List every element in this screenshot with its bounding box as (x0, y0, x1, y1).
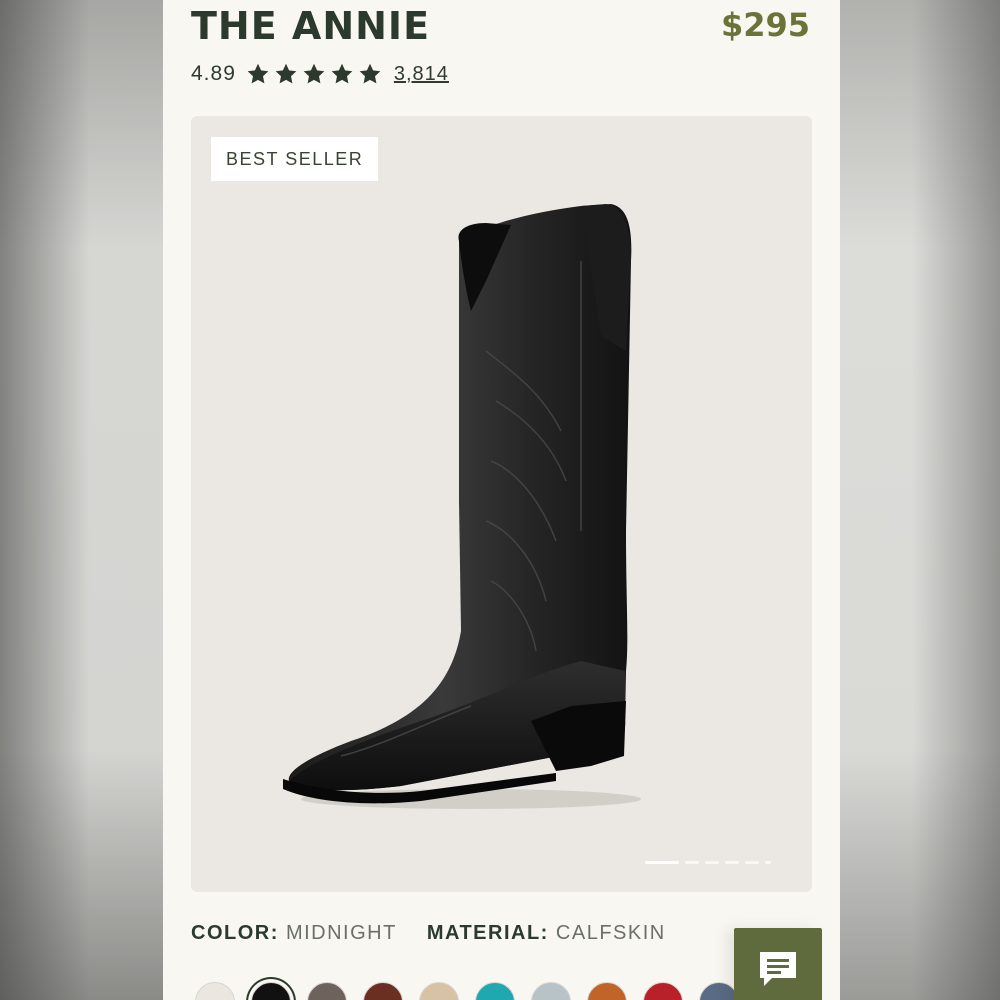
color-swatch[interactable] (531, 982, 571, 1000)
pagination-dot[interactable] (685, 861, 699, 864)
color-swatch[interactable] (419, 982, 459, 1000)
star-icon (274, 62, 298, 86)
color-swatch[interactable] (363, 982, 403, 1000)
pagination-dot[interactable] (645, 861, 679, 864)
color-spec: COLOR: MIDNIGHT (191, 922, 397, 945)
chat-button[interactable] (734, 928, 822, 1000)
color-swatch[interactable] (195, 982, 235, 1000)
rating-stars (246, 62, 382, 86)
pagination-dot[interactable] (705, 861, 719, 864)
material-label: MATERIAL: (426, 922, 549, 944)
color-swatch[interactable] (251, 982, 291, 1000)
pagination-dot[interactable] (725, 861, 739, 864)
background-left (0, 0, 163, 1000)
rating-row: 4.89 3,814 (191, 60, 449, 88)
product-price: $295 (720, 6, 810, 44)
color-swatch[interactable] (699, 982, 739, 1000)
product-page: THE ANNIE $295 4.89 3,814 BEST SELLER CO… (163, 0, 840, 1000)
product-title: THE ANNIE (191, 4, 431, 48)
best-seller-badge: BEST SELLER (211, 137, 379, 181)
material-value: CALFSKIN (555, 922, 666, 944)
boot-image (283, 204, 641, 809)
background-right (840, 0, 1000, 1000)
color-label: COLOR: (191, 922, 279, 944)
rating-value: 4.89 (191, 62, 236, 85)
review-count-link[interactable]: 3,814 (394, 63, 449, 86)
color-swatch[interactable] (307, 982, 347, 1000)
chat-icon (760, 952, 796, 986)
color-swatch[interactable] (475, 982, 515, 1000)
product-image-gallery[interactable]: BEST SELLER (191, 116, 812, 892)
spec-row: COLOR: MIDNIGHT MATERIAL: CALFSKIN (191, 922, 666, 945)
star-icon (358, 62, 382, 86)
star-icon (330, 62, 354, 86)
color-swatch[interactable] (643, 982, 683, 1000)
star-icon (246, 62, 270, 86)
star-icon (302, 62, 326, 86)
material-spec: MATERIAL: CALFSKIN (427, 922, 666, 945)
pagination-dot[interactable] (745, 861, 759, 864)
pagination-dot[interactable] (765, 861, 771, 864)
color-value: MIDNIGHT (285, 922, 397, 944)
color-swatch[interactable] (587, 982, 627, 1000)
gallery-pagination[interactable] (645, 861, 771, 864)
